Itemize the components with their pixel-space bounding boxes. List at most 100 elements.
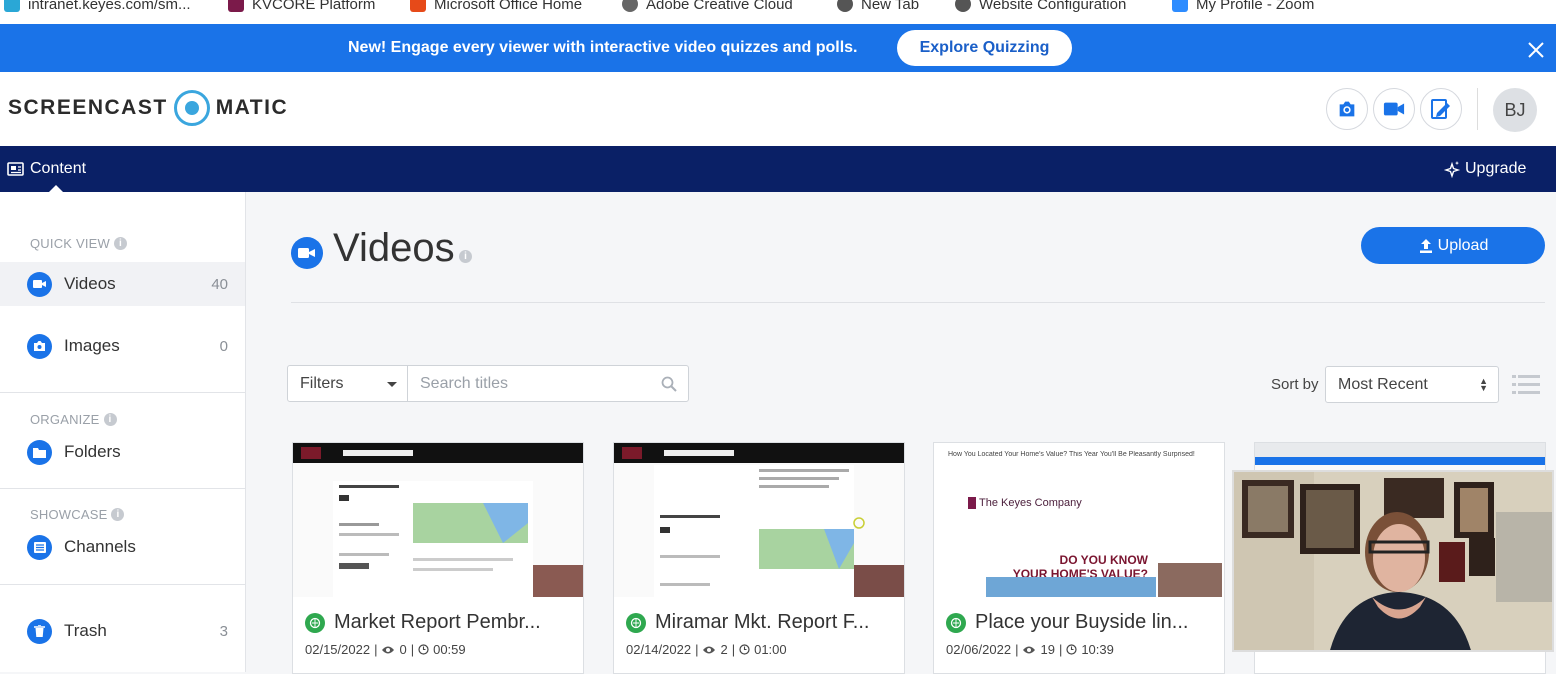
- bookmark-item[interactable]: intranet.keyes.com/sm...: [4, 0, 191, 16]
- bookmark-favicon-icon: [4, 0, 20, 12]
- clock-icon: [1066, 644, 1077, 655]
- brand-name: The Keyes Company: [979, 497, 1082, 509]
- user-avatar[interactable]: BJ: [1493, 88, 1537, 132]
- sidebar-divider: [0, 584, 245, 585]
- video-title[interactable]: Place your Buyside lin...: [975, 611, 1215, 634]
- chevron-down-icon: [387, 382, 397, 387]
- bookmark-label: KVCORE Platform: [252, 0, 376, 13]
- sort-by-label: Sort by: [1271, 376, 1319, 393]
- bookmark-favicon-icon: [228, 0, 244, 12]
- promo-text: New! Engage every viewer with interactiv…: [348, 39, 858, 56]
- section-title-text: SHOWCASE: [30, 507, 108, 522]
- info-icon[interactable]: i: [111, 508, 125, 521]
- sidebar-item-folders[interactable]: Folders: [0, 430, 245, 474]
- screencast-matic-logo[interactable]: SCREENCAST MATIC: [8, 90, 288, 126]
- thumbnail-headline: How You Located Your Home's Value? This …: [948, 451, 1195, 458]
- video-thumbnail[interactable]: [614, 443, 904, 597]
- logo-text-left: SCREENCAST: [8, 96, 168, 119]
- video-title[interactable]: Market Report Pembr...: [334, 611, 574, 634]
- filters-label: Filters: [300, 374, 344, 392]
- sidebar-item-label: Channels: [64, 537, 136, 556]
- sidebar-item-videos[interactable]: Videos 40: [0, 262, 245, 306]
- info-icon[interactable]: i: [459, 250, 472, 263]
- bookmark-item[interactable]: New Tab: [837, 0, 919, 16]
- bookmark-item[interactable]: Adobe Creative Cloud: [622, 0, 793, 16]
- thumbnail-webcam: [1158, 563, 1222, 597]
- bookmark-item[interactable]: My Profile - Zoom: [1172, 0, 1314, 16]
- list-view-icon[interactable]: [1512, 374, 1540, 396]
- eye-icon: [382, 646, 395, 653]
- video-title[interactable]: Miramar Mkt. Report F...: [655, 611, 895, 634]
- published-status-icon: [626, 613, 646, 633]
- sidebar: QUICK VIEW i Videos 40 Images 0 ORGANIZE i…: [0, 192, 246, 672]
- published-status-icon: [946, 613, 966, 633]
- bookmark-favicon-icon: [410, 0, 426, 12]
- upgrade-label: Upgrade: [1465, 160, 1527, 177]
- screenshot-button[interactable]: [1326, 88, 1368, 130]
- sidebar-item-label: Videos: [64, 274, 116, 293]
- bookmark-label: Website Configuration: [979, 0, 1127, 13]
- thumbnail-brand: The Keyes Company: [968, 497, 1082, 509]
- logo-ring-icon: [173, 90, 210, 126]
- clock-icon: [739, 644, 750, 655]
- bookmark-label: Adobe Creative Cloud: [646, 0, 793, 13]
- content-navbar: Content Upgrade: [0, 146, 1556, 192]
- sidebar-item-label: Folders: [64, 442, 121, 461]
- video-meta: 02/14/2022 | 2 | 01:00: [626, 642, 787, 657]
- video-meta: 02/15/2022 | 0 | 00:59: [305, 642, 466, 657]
- clock-icon: [418, 644, 429, 655]
- video-camera-icon: [1383, 102, 1405, 116]
- upload-label: Upload: [1437, 236, 1489, 254]
- video-thumbnail[interactable]: How You Located Your Home's Value? This …: [934, 443, 1224, 597]
- sidebar-item-images[interactable]: Images 0: [0, 324, 245, 368]
- sparkle-icon: [1443, 161, 1461, 178]
- upgrade-link[interactable]: Upgrade: [1443, 160, 1526, 178]
- bookmark-item[interactable]: KVCORE Platform: [228, 0, 375, 16]
- nav-content-tab[interactable]: Content: [7, 160, 86, 178]
- upload-button[interactable]: Upload: [1361, 227, 1545, 264]
- active-tab-indicator: [49, 185, 63, 192]
- sort-select[interactable]: Most Recent ▲ ▼: [1325, 366, 1499, 403]
- video-views: 0: [399, 642, 407, 657]
- sidebar-item-trash[interactable]: Trash 3: [0, 609, 245, 653]
- search-input[interactable]: [407, 365, 689, 402]
- bookmark-item[interactable]: Website Configuration: [955, 0, 1126, 16]
- video-card[interactable]: Miramar Mkt. Report F... 02/14/2022 | 2 | …: [613, 442, 905, 674]
- close-icon[interactable]: [1526, 40, 1546, 60]
- meta-separator: |: [1015, 642, 1019, 657]
- thumbnail-skyline: [986, 577, 1156, 597]
- keyes-logo-icon: [968, 497, 976, 509]
- sidebar-item-count: 0: [219, 337, 228, 355]
- record-video-button[interactable]: [1373, 88, 1415, 130]
- video-duration: 10:39: [1081, 642, 1114, 657]
- bookmarks-bar: intranet.keyes.com/sm... KVCORE Platform…: [0, 0, 1556, 24]
- header-divider: [1477, 88, 1478, 130]
- info-icon[interactable]: i: [103, 413, 117, 426]
- video-card[interactable]: Market Report Pembr... 02/15/2022 | 0 | 00…: [292, 442, 584, 674]
- content-library-icon: [7, 162, 24, 176]
- video-date: 02/15/2022: [305, 642, 371, 657]
- published-status-icon: [305, 613, 325, 633]
- video-views: 2: [720, 642, 728, 657]
- video-thumbnail[interactable]: [293, 443, 583, 597]
- video-views: 19: [1040, 642, 1055, 657]
- bookmark-favicon-icon: [622, 0, 638, 12]
- video-editor-button[interactable]: [1420, 88, 1462, 130]
- webcam-overlay: [1232, 470, 1554, 652]
- bookmark-item[interactable]: Microsoft Office Home: [410, 0, 582, 16]
- video-camera-icon: [291, 237, 323, 269]
- bookmark-label: My Profile - Zoom: [1196, 0, 1315, 13]
- explore-quizzing-button[interactable]: Explore Quizzing: [897, 30, 1072, 66]
- showcase-title: SHOWCASE i: [30, 507, 125, 522]
- edit-video-icon: [1431, 99, 1450, 119]
- sidebar-item-channels[interactable]: Channels: [0, 525, 245, 569]
- video-date: 02/06/2022: [946, 642, 1012, 657]
- meta-separator: |: [374, 642, 378, 657]
- section-title-text: ORGANIZE: [30, 412, 100, 427]
- meta-separator: |: [410, 642, 415, 657]
- sidebar-item-count: 40: [211, 275, 228, 293]
- info-icon[interactable]: i: [114, 237, 128, 250]
- search-icon[interactable]: [661, 376, 677, 392]
- filters-dropdown[interactable]: Filters: [287, 365, 408, 402]
- video-card[interactable]: How You Located Your Home's Value? This …: [933, 442, 1225, 674]
